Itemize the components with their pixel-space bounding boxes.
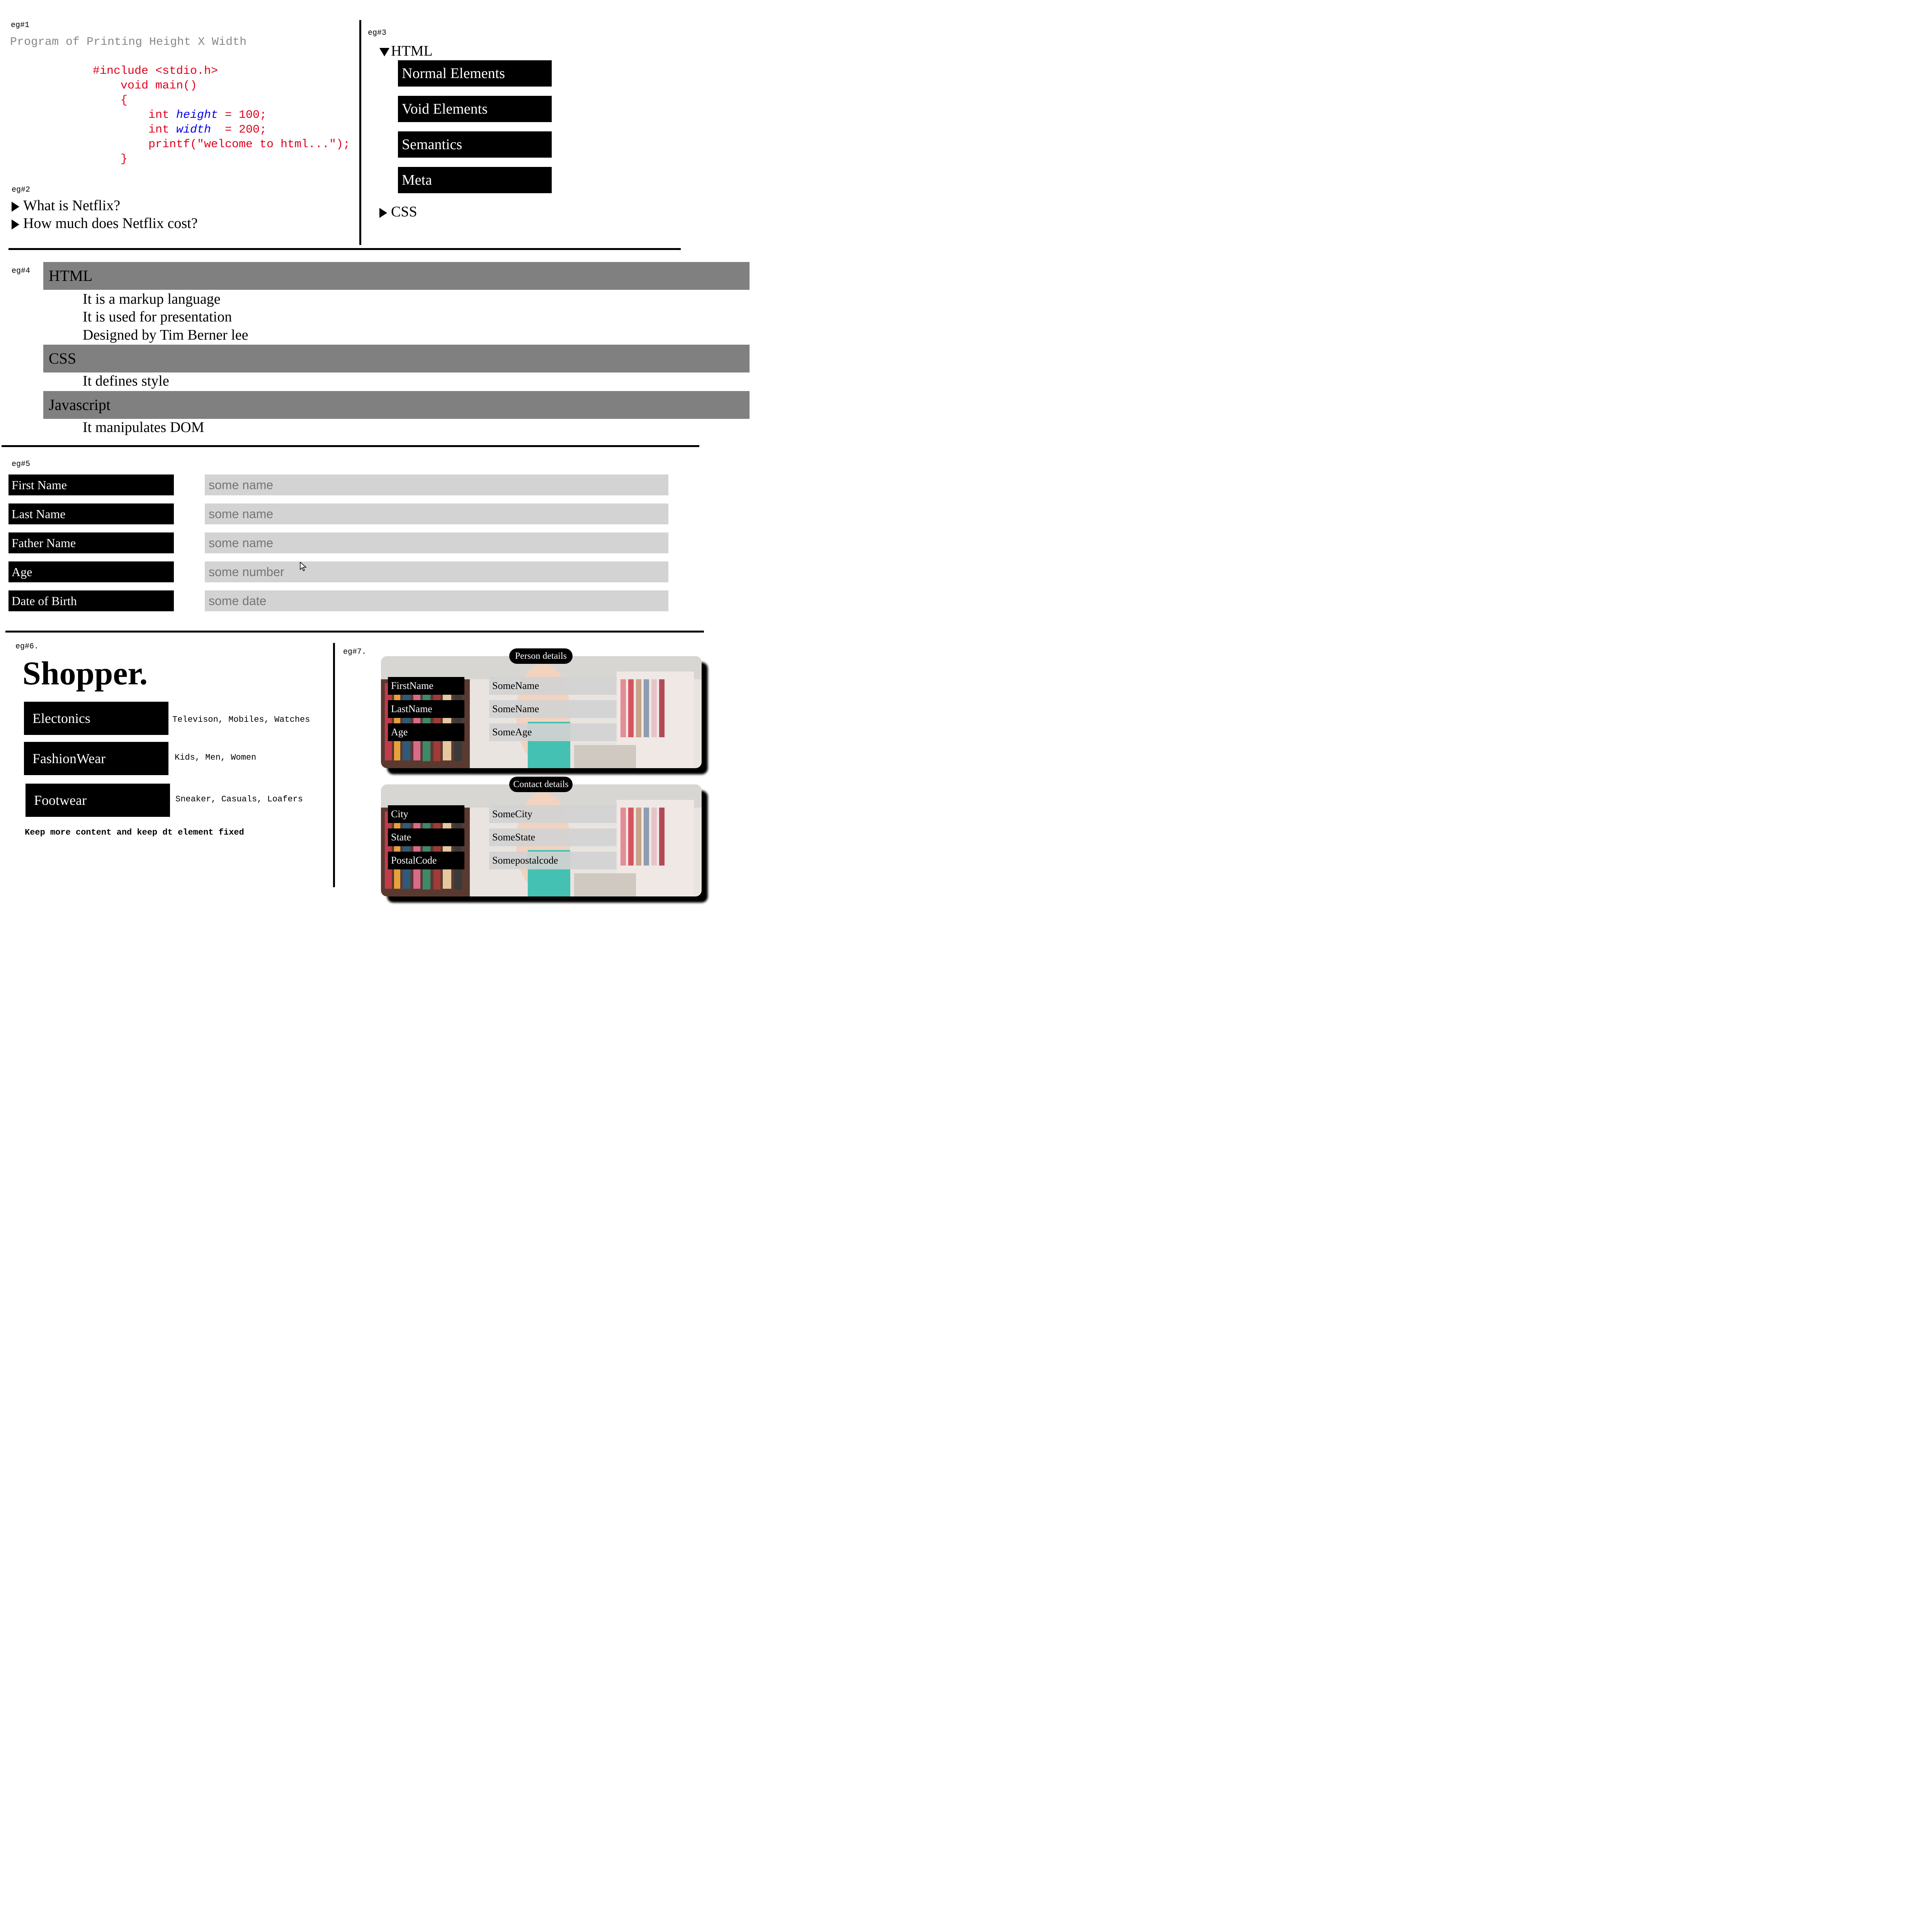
postalcode-value[interactable]: Somepostalcode <box>489 852 617 869</box>
category-desc: Sneaker, Casuals, Loafers <box>175 794 303 804</box>
html-menu-summary[interactable]: HTML <box>379 43 433 60</box>
state-value[interactable]: SomeState <box>489 828 617 846</box>
age-label: Age <box>8 561 174 582</box>
postalcode-label: PostalCode <box>388 852 464 869</box>
firstname-value[interactable]: SomeName <box>489 677 617 695</box>
accordion-item: It defines style <box>83 373 169 389</box>
category-desc: Kids, Men, Women <box>175 753 257 762</box>
shopper-note: Keep more content and keep dt element fi… <box>25 828 244 837</box>
disclosure-triangle-icon <box>12 219 19 230</box>
eg5-tag: eg#5 <box>12 460 31 469</box>
mouse-cursor-icon <box>300 562 307 571</box>
category-desc: Televison, Mobiles, Watches <box>172 715 310 724</box>
code-close-brace: } <box>121 153 128 166</box>
vertical-divider <box>333 643 335 887</box>
summary-text: HTML <box>391 43 433 59</box>
code-open-brace: { <box>121 94 128 107</box>
disclosure-triangle-icon <box>379 208 387 218</box>
code-keyword: int <box>148 109 177 122</box>
eg2-tag: eg#2 <box>12 185 31 194</box>
accordion-header-html[interactable]: HTML <box>43 262 750 290</box>
eg1-tag: eg#1 <box>11 21 30 30</box>
eg7-tag: eg#7. <box>343 648 367 656</box>
lastname-label: LastName <box>388 700 464 718</box>
code-width: int width = 200; <box>148 123 267 137</box>
code-assign: = 100; <box>218 109 267 122</box>
menu-item-normal-elements[interactable]: Normal Elements <box>398 60 552 87</box>
code-assign: = 200; <box>211 123 267 136</box>
date-of-birth-label: Date of Birth <box>8 590 174 611</box>
contact-details-title: Contact details <box>509 777 573 792</box>
first-name-input[interactable] <box>205 474 668 495</box>
eg3-tag: eg#3 <box>368 29 387 37</box>
last-name-label: Last Name <box>8 503 174 524</box>
city-value[interactable]: SomeCity <box>489 805 617 823</box>
lastname-value[interactable]: SomeName <box>489 700 617 718</box>
category-footwear[interactable]: Footwear <box>25 784 170 817</box>
code-keyword: int <box>148 123 177 136</box>
disclosure-triangle-icon <box>12 202 19 212</box>
code-variable: height <box>176 109 218 122</box>
father-name-label: Father Name <box>8 532 174 553</box>
menu-item-meta[interactable]: Meta <box>398 167 552 193</box>
shopper-brand: Shopper. <box>22 655 148 692</box>
father-name-input[interactable] <box>205 532 668 553</box>
eg6-tag: eg#6. <box>15 642 39 651</box>
program-title: Program of Printing Height X Width <box>10 36 247 49</box>
details-summary-2[interactable]: How much does Netflix cost? <box>12 215 198 232</box>
person-details-title: Person details <box>509 648 573 664</box>
details-summary-1[interactable]: What is Netflix? <box>12 197 120 214</box>
disclosure-triangle-icon <box>379 48 389 57</box>
first-name-label: First Name <box>8 474 174 495</box>
accordion-header-javascript[interactable]: Javascript <box>43 391 750 419</box>
date-of-birth-input[interactable] <box>205 590 668 611</box>
code-printf: printf("welcome to html..."); <box>148 138 350 151</box>
menu-item-void-elements[interactable]: Void Elements <box>398 96 552 122</box>
section-divider <box>8 248 681 250</box>
code-variable: width <box>176 123 211 136</box>
code-include: #include <stdio.h> <box>93 65 218 78</box>
last-name-input[interactable] <box>205 503 668 524</box>
state-label: State <box>388 828 464 846</box>
section-divider <box>5 631 704 633</box>
category-electronics[interactable]: Electonics <box>24 702 168 735</box>
accordion-item: It is used for presentation <box>83 309 232 325</box>
accordion-item: Designed by Tim Berner lee <box>83 327 248 343</box>
accordion-header-css[interactable]: CSS <box>43 345 750 372</box>
vertical-divider <box>359 20 361 245</box>
code-main: void main() <box>121 79 197 92</box>
age-card-label: Age <box>388 723 464 741</box>
menu-item-semantics[interactable]: Semantics <box>398 131 552 158</box>
accordion-item: It is a markup language <box>83 291 221 307</box>
eg4-tag: eg#4 <box>12 267 31 276</box>
summary-text: How much does Netflix cost? <box>23 215 198 231</box>
age-input[interactable] <box>205 561 668 582</box>
accordion-item: It manipulates DOM <box>83 419 204 435</box>
code-height: int height = 100; <box>148 108 267 122</box>
summary-text: What is Netflix? <box>23 197 121 214</box>
section-divider <box>2 445 699 447</box>
age-card-value[interactable]: SomeAge <box>489 723 617 741</box>
city-label: City <box>388 805 464 823</box>
firstname-label: FirstName <box>388 677 464 695</box>
summary-text: CSS <box>391 204 417 220</box>
css-menu-summary[interactable]: CSS <box>379 203 417 220</box>
category-fashionwear[interactable]: FashionWear <box>24 742 168 775</box>
